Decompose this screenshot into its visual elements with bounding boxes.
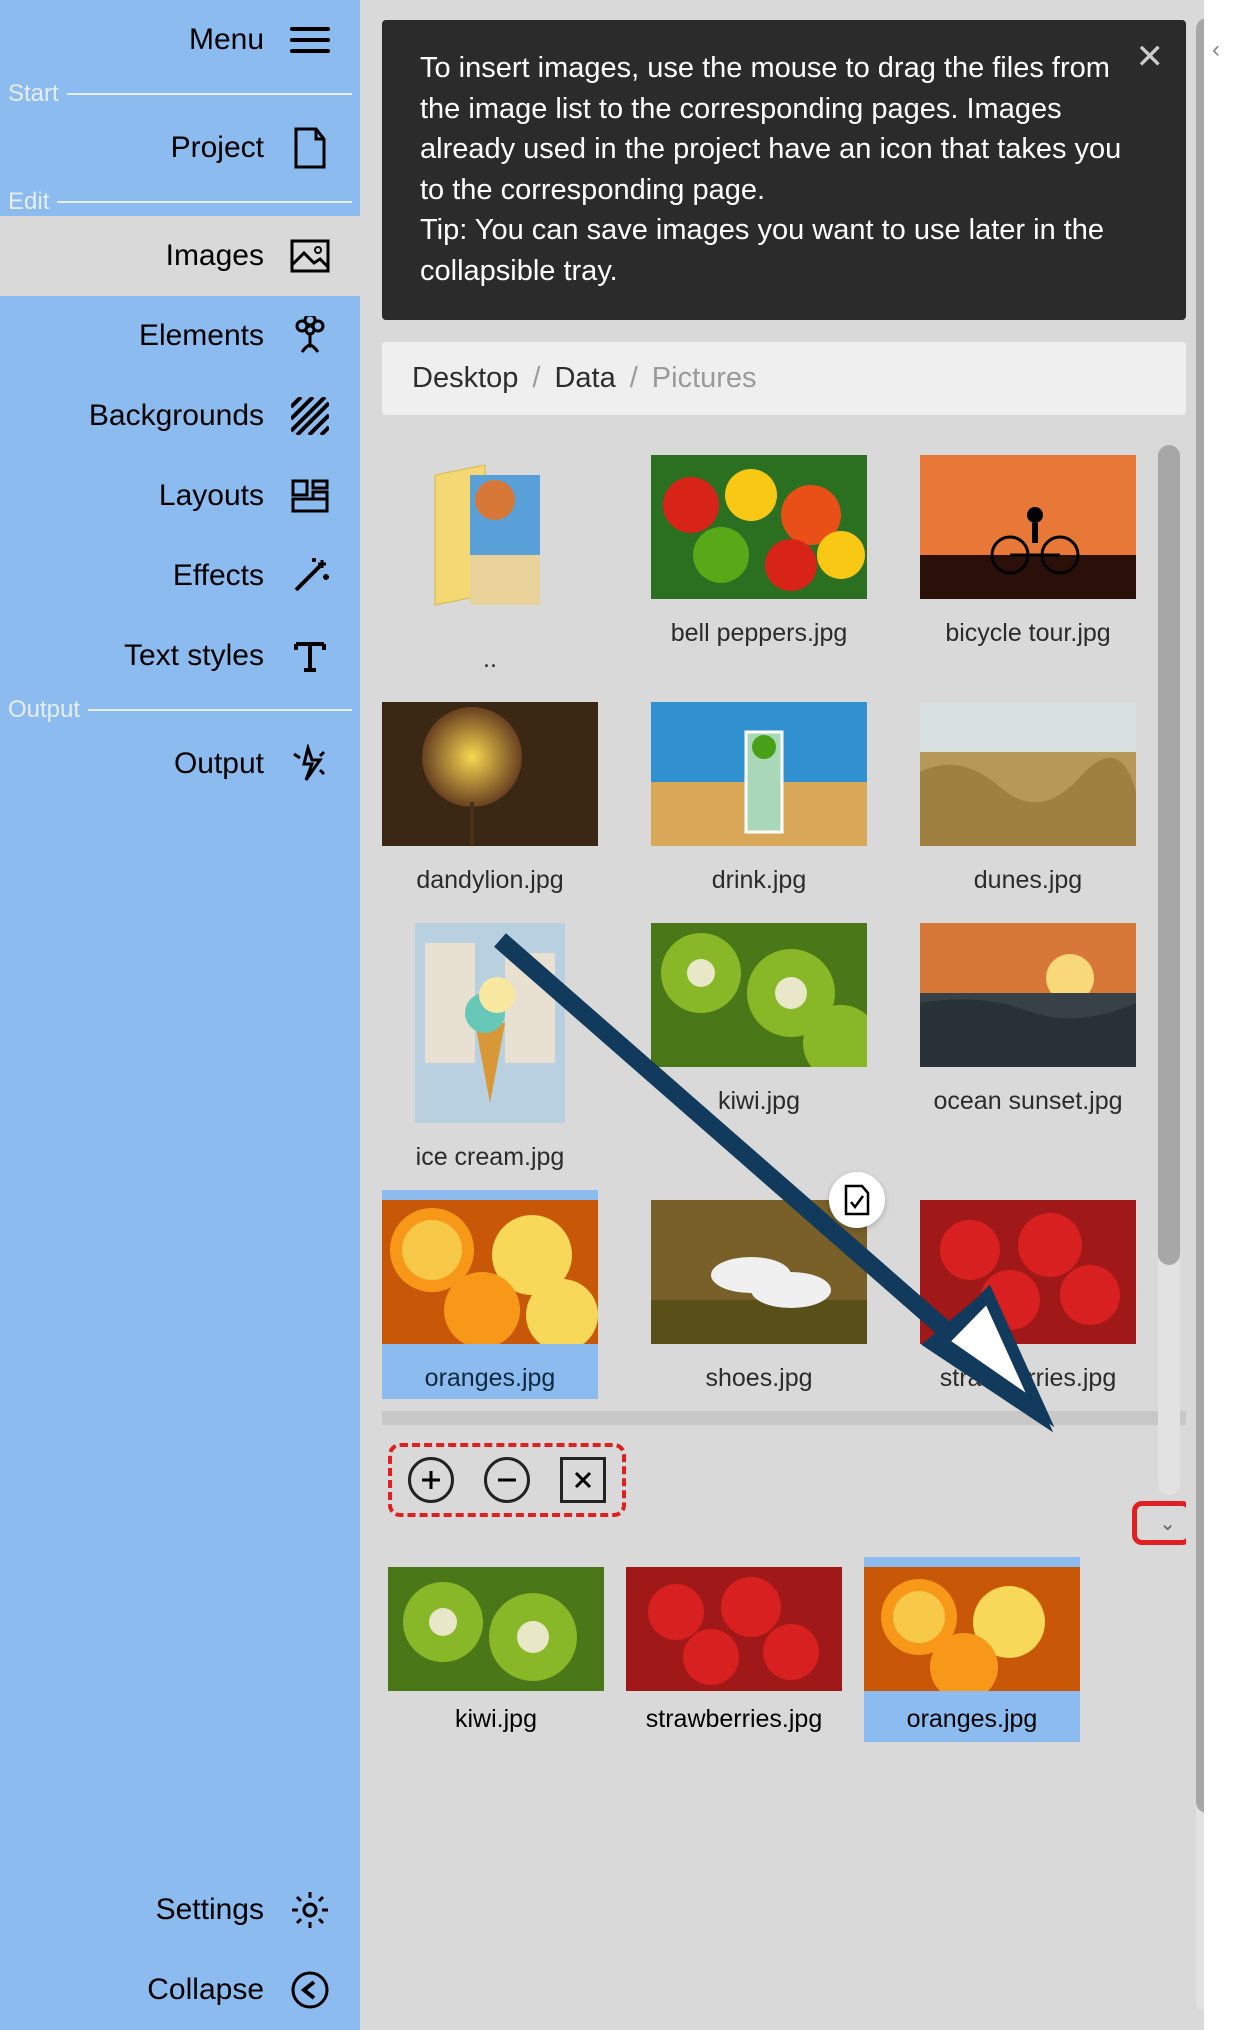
add-button[interactable] — [408, 1457, 454, 1503]
file-name: oranges.jpg — [425, 1364, 556, 1393]
sidebar-label-collapse: Collapse — [10, 1973, 264, 2007]
file-name: drink.jpg — [712, 866, 807, 895]
sidebar-item-images[interactable]: Images — [0, 216, 360, 296]
section-edit: Edit — [0, 188, 360, 216]
sidebar-label-project: Project — [10, 131, 264, 165]
file-bicycle-tour[interactable]: bicycle tour.jpg — [920, 445, 1136, 680]
clear-button[interactable] — [560, 1457, 606, 1503]
highlight-tray-tools — [388, 1443, 626, 1517]
main-panel: To insert images, use the mouse to drag … — [360, 0, 1204, 2030]
sidebar-label-output: Output — [10, 747, 264, 781]
tray-divider[interactable] — [382, 1411, 1186, 1425]
sidebar-item-backgrounds[interactable]: Backgrounds — [0, 376, 360, 456]
file-name: ocean sunset.jpg — [933, 1087, 1122, 1116]
breadcrumb-sep: / — [532, 362, 540, 395]
spark-icon — [288, 742, 332, 786]
file-dunes[interactable]: dunes.jpg — [920, 692, 1136, 901]
tray-item-oranges[interactable]: oranges.jpg — [864, 1557, 1080, 1742]
sidebar-label-settings: Settings — [10, 1893, 264, 1927]
file-dandylion[interactable]: dandylion.jpg — [382, 692, 598, 901]
breadcrumb-sep: / — [630, 362, 638, 395]
hatch-icon — [288, 394, 332, 438]
tip-banner: To insert images, use the mouse to drag … — [382, 20, 1186, 320]
file-name: strawberries.jpg — [940, 1364, 1116, 1393]
file-name: dandylion.jpg — [416, 866, 563, 895]
sidebar-item-text-styles[interactable]: Text styles — [0, 616, 360, 696]
file-strawberries[interactable]: strawberries.jpg — [920, 1190, 1136, 1399]
file-ocean-sunset[interactable]: ocean sunset.jpg — [920, 913, 1136, 1178]
right-gutter: ‹ — [1204, 0, 1242, 2030]
breadcrumb-desktop[interactable]: Desktop — [412, 362, 518, 395]
breadcrumb-data[interactable]: Data — [554, 362, 615, 395]
chevron-left-circle-icon — [288, 1968, 332, 2012]
file-kiwi[interactable]: kiwi.jpg — [651, 913, 867, 1178]
section-start: Start — [0, 80, 360, 108]
file-name: bicycle tour.jpg — [945, 619, 1110, 648]
file-ice-cream[interactable]: ice cream.jpg — [382, 913, 598, 1178]
tip-text: To insert images, use the mouse to drag … — [420, 52, 1121, 287]
menu-label: Menu — [10, 23, 264, 57]
file-oranges[interactable]: oranges.jpg — [382, 1190, 598, 1399]
image-tray: kiwi.jpg strawberries.jpg oranges.jpg — [382, 1443, 1186, 1742]
sidebar-item-effects[interactable]: Effects — [0, 536, 360, 616]
chevron-left-icon[interactable]: ‹ — [1212, 36, 1220, 64]
menu-button[interactable]: Menu — [0, 0, 360, 80]
text-icon — [288, 634, 332, 678]
tray-name: strawberries.jpg — [646, 1705, 822, 1742]
image-icon — [288, 234, 332, 278]
wand-icon — [288, 554, 332, 598]
file-name: .. — [483, 645, 497, 674]
file-name: kiwi.jpg — [718, 1087, 800, 1116]
sidebar-item-collapse[interactable]: Collapse — [0, 1950, 360, 2030]
sidebar: Menu Start Project Edit Images Elements — [0, 0, 360, 2030]
close-icon[interactable]: ✕ — [1136, 34, 1165, 82]
file-name: shoes.jpg — [705, 1364, 812, 1393]
folder-up[interactable]: .. — [382, 445, 598, 680]
sidebar-item-elements[interactable]: Elements — [0, 296, 360, 376]
file-bell-peppers[interactable]: bell peppers.jpg — [651, 445, 867, 680]
sidebar-item-project[interactable]: Project — [0, 108, 360, 188]
gear-icon — [288, 1888, 332, 1932]
document-icon — [288, 126, 332, 170]
file-name: ice cream.jpg — [416, 1143, 565, 1172]
section-output: Output — [0, 696, 360, 724]
used-in-page-icon[interactable] — [829, 1172, 885, 1228]
flower-icon — [288, 314, 332, 358]
sidebar-label-layouts: Layouts — [10, 479, 264, 513]
file-scrollbar[interactable] — [1158, 445, 1180, 1495]
sidebar-label-backgrounds: Backgrounds — [10, 399, 264, 433]
sidebar-item-settings[interactable]: Settings — [0, 1870, 360, 1950]
chevron-down-icon[interactable]: ⌄ — [1159, 1511, 1176, 1536]
tray-name: oranges.jpg — [907, 1705, 1038, 1742]
tray-item-strawberries[interactable]: strawberries.jpg — [626, 1557, 842, 1742]
file-shoes[interactable]: shoes.jpg — [651, 1190, 867, 1399]
breadcrumb: Desktop / Data / Pictures — [382, 342, 1186, 415]
breadcrumb-pictures: Pictures — [652, 362, 757, 395]
tray-item-kiwi[interactable]: kiwi.jpg — [388, 1557, 604, 1742]
layout-icon — [288, 474, 332, 518]
sidebar-label-images: Images — [10, 239, 264, 273]
remove-button[interactable] — [484, 1457, 530, 1503]
file-drink[interactable]: drink.jpg — [651, 692, 867, 901]
file-name: bell peppers.jpg — [671, 619, 848, 648]
file-browser: .. bell peppers.jpg bicycle tour.jpg — [382, 445, 1186, 2020]
sidebar-label-effects: Effects — [10, 559, 264, 593]
sidebar-label-text-styles: Text styles — [10, 639, 264, 673]
file-name: dunes.jpg — [974, 866, 1082, 895]
tray-name: kiwi.jpg — [455, 1705, 537, 1742]
hamburger-icon — [288, 18, 332, 62]
sidebar-label-elements: Elements — [10, 319, 264, 353]
sidebar-item-output[interactable]: Output — [0, 724, 360, 804]
sidebar-item-layouts[interactable]: Layouts — [0, 456, 360, 536]
